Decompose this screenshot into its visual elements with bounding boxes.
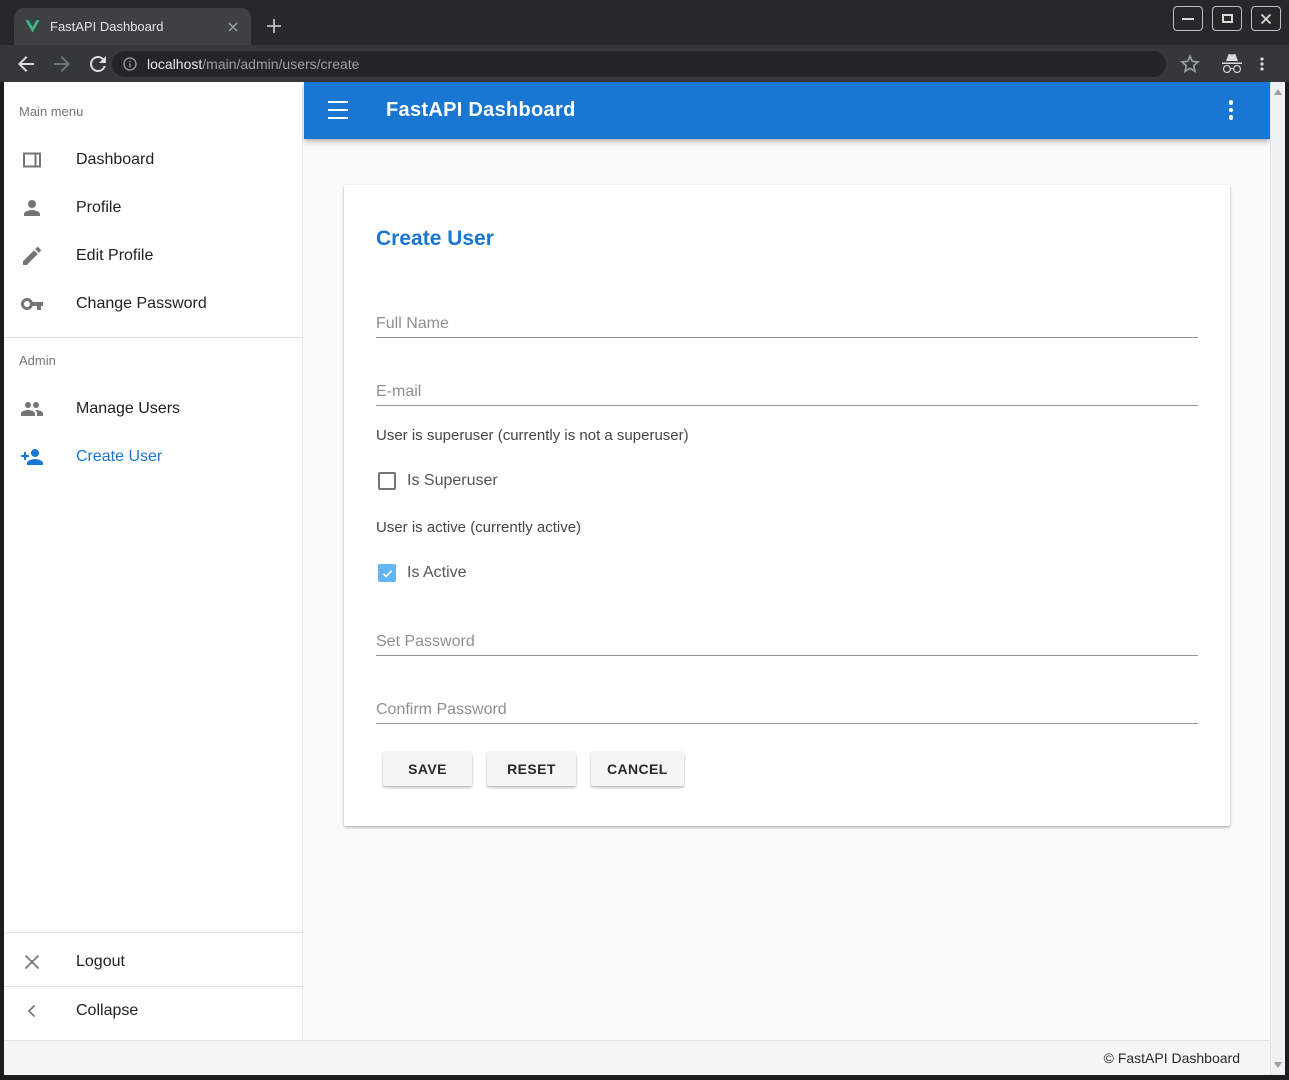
url-path: /main/admin/users/create xyxy=(202,56,359,72)
sidebar-item-label: Create User xyxy=(76,448,162,466)
set-password-field[interactable] xyxy=(376,628,1198,656)
email-field[interactable] xyxy=(376,378,1198,406)
appbar-kebab-menu-icon[interactable] xyxy=(1222,97,1240,123)
forward-icon[interactable] xyxy=(50,52,74,76)
confirm-password-field[interactable] xyxy=(376,696,1198,724)
app-bar: FastAPI Dashboard xyxy=(304,82,1270,139)
people-icon xyxy=(20,397,44,421)
checkbox-label: Is Active xyxy=(407,564,467,582)
window-maximize-button[interactable] xyxy=(1212,6,1242,31)
maximize-icon xyxy=(1222,14,1233,23)
sidebar-item-dashboard[interactable]: Dashboard xyxy=(4,136,302,184)
hamburger-menu-icon[interactable] xyxy=(328,101,348,119)
sidebar-section-admin: Admin xyxy=(19,353,56,368)
sidebar-item-manage-users[interactable]: Manage Users xyxy=(4,385,302,433)
vertical-scrollbar[interactable] xyxy=(1270,82,1285,1075)
pencil-icon xyxy=(20,244,44,268)
dashboard-icon xyxy=(20,148,44,172)
scroll-down-arrow-icon[interactable] xyxy=(1274,1062,1282,1068)
is-superuser-checkbox-row[interactable]: Is Superuser xyxy=(378,472,498,490)
sidebar-section-main-menu: Main menu xyxy=(19,104,83,119)
key-icon xyxy=(20,292,44,316)
address-bar[interactable]: localhost/main/admin/users/create xyxy=(112,51,1166,77)
page-info-icon[interactable] xyxy=(122,56,138,72)
sidebar-divider xyxy=(4,337,302,338)
sidebar-item-label: Dashboard xyxy=(76,151,154,169)
url-text: localhost/main/admin/users/create xyxy=(147,56,359,72)
page-footer: © FastAPI Dashboard xyxy=(4,1040,1270,1075)
browser-menu-icon[interactable] xyxy=(1252,52,1272,76)
browser-titlebar: FastAPI Dashboard xyxy=(0,0,1289,45)
window-controls xyxy=(1173,6,1281,31)
minimize-icon xyxy=(1182,18,1194,20)
sidebar-item-profile[interactable]: Profile xyxy=(4,184,302,232)
browser-tab[interactable]: FastAPI Dashboard xyxy=(14,8,251,45)
save-button[interactable]: SAVE xyxy=(383,752,472,786)
checkbox-unchecked-icon[interactable] xyxy=(378,472,396,490)
page-viewport: Main menu Dashboard Profile Edit Profile… xyxy=(4,82,1285,1075)
tab-title: FastAPI Dashboard xyxy=(50,19,225,34)
sidebar-item-label: Change Password xyxy=(76,295,207,313)
sidebar-item-label: Logout xyxy=(76,953,125,971)
tab-close-icon[interactable] xyxy=(225,19,241,35)
checkbox-label: Is Superuser xyxy=(407,472,498,490)
is-active-checkbox-row[interactable]: Is Active xyxy=(378,564,467,582)
sidebar-divider xyxy=(4,932,302,933)
url-host: localhost xyxy=(147,56,202,72)
sidebar-item-label: Edit Profile xyxy=(76,247,153,265)
new-tab-button[interactable] xyxy=(261,13,287,39)
incognito-icon xyxy=(1220,52,1244,76)
sidebar-item-collapse[interactable]: Collapse xyxy=(4,987,302,1035)
window-minimize-button[interactable] xyxy=(1173,6,1203,31)
person-add-icon xyxy=(20,445,44,469)
sidebar-item-label: Manage Users xyxy=(76,400,180,418)
sidebar-item-label: Collapse xyxy=(76,1002,138,1020)
sidebar: Main menu Dashboard Profile Edit Profile… xyxy=(4,82,303,1040)
chevron-left-icon xyxy=(20,999,44,1023)
back-icon[interactable] xyxy=(14,52,38,76)
close-x-icon xyxy=(20,950,44,974)
close-icon xyxy=(1260,13,1272,25)
scroll-up-arrow-icon[interactable] xyxy=(1274,89,1282,95)
checkbox-checked-icon[interactable] xyxy=(378,564,396,582)
form-actions: SAVE RESET CANCEL xyxy=(383,752,684,786)
vue-logo-icon xyxy=(24,18,41,35)
reset-button[interactable]: RESET xyxy=(487,752,576,786)
window-close-button[interactable] xyxy=(1251,6,1281,31)
cancel-button[interactable]: CANCEL xyxy=(591,752,684,786)
sidebar-item-edit-profile[interactable]: Edit Profile xyxy=(4,232,302,280)
reload-icon[interactable] xyxy=(86,52,110,76)
sidebar-item-logout[interactable]: Logout xyxy=(4,938,302,986)
full-name-field[interactable] xyxy=(376,310,1198,338)
sidebar-item-create-user[interactable]: Create User xyxy=(4,433,302,481)
sidebar-item-change-password[interactable]: Change Password xyxy=(4,280,302,328)
bookmark-star-icon[interactable] xyxy=(1178,52,1202,76)
browser-toolbar: localhost/main/admin/users/create xyxy=(0,45,1289,82)
page-title: Create User xyxy=(376,227,494,251)
appbar-title: FastAPI Dashboard xyxy=(386,82,576,139)
create-user-card: Create User User is superuser (currently… xyxy=(344,185,1230,826)
sidebar-item-label: Profile xyxy=(76,199,121,217)
person-icon xyxy=(20,196,44,220)
active-hint: User is active (currently active) xyxy=(376,519,581,536)
plus-icon xyxy=(266,18,282,34)
superuser-hint: User is superuser (currently is not a su… xyxy=(376,427,689,444)
